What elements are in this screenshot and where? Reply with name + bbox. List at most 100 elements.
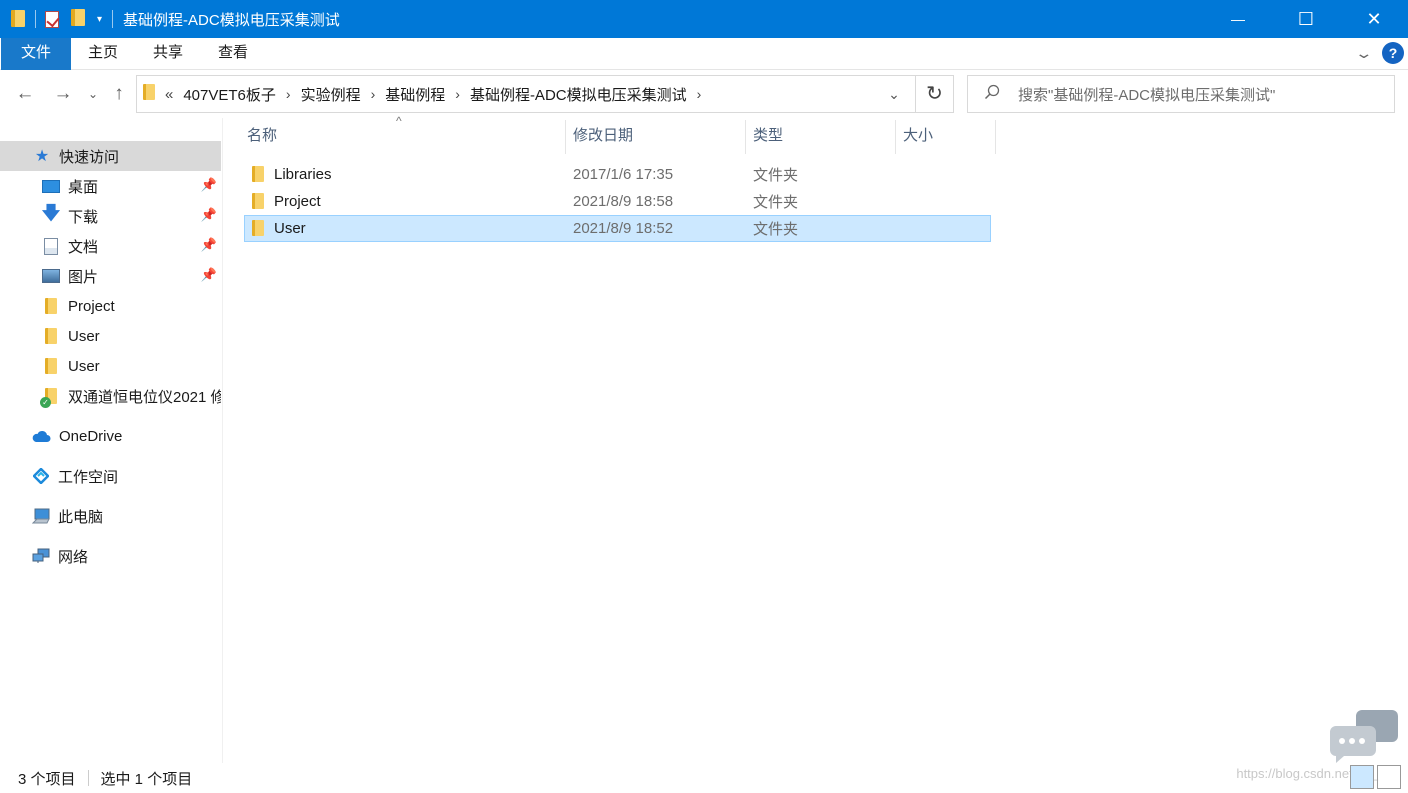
properties-icon[interactable] — [45, 10, 59, 28]
network-icon — [32, 547, 50, 565]
minimize-button[interactable]: — — [1204, 0, 1272, 38]
column-divider[interactable] — [895, 120, 896, 154]
pin-icon[interactable]: 📌 — [201, 237, 217, 253]
sidebar-item-network[interactable]: 网络 — [0, 541, 221, 571]
breadcrumb-overflow[interactable]: « — [165, 86, 173, 103]
column-header-date[interactable]: 修改日期 — [573, 118, 745, 154]
new-folder-icon[interactable] — [71, 8, 85, 30]
sidebar-item-onedrive[interactable]: OneDrive — [0, 421, 221, 451]
file-row[interactable]: Libraries 2017/1/6 17:35 文件夹 — [244, 161, 991, 188]
sidebar-item-label: 图片 — [68, 268, 99, 286]
sidebar-item-pictures[interactable]: 图片 📌 — [0, 261, 221, 291]
divider — [35, 10, 36, 28]
title-bar: ▾ 基础例程-ADC模拟电压采集测试 — ☐ ✕ — [0, 0, 1408, 38]
sidebar-item-label: 网络 — [58, 548, 89, 566]
breadcrumb-item[interactable]: 基础例程-ADC模拟电压采集测试 — [470, 84, 687, 105]
refresh-icon[interactable]: ↻ — [915, 76, 953, 112]
breadcrumb-item[interactable]: 407VET6板子 — [183, 84, 276, 105]
address-history-chevron-icon[interactable]: ⌄ — [879, 76, 909, 112]
sidebar-item-documents[interactable]: 文档 📌 — [0, 231, 221, 261]
minimize-icon: — — [1231, 11, 1245, 27]
sidebar-item-project[interactable]: Project — [0, 291, 221, 321]
selection-count: 选中 1 个项目 — [100, 770, 193, 788]
chevron-right-icon[interactable]: › — [455, 86, 460, 102]
file-name: Libraries — [274, 166, 332, 183]
expand-ribbon-chevron-icon[interactable]: ⌄ — [1355, 45, 1374, 62]
file-name: Project — [274, 193, 321, 210]
sidebar-item-this-pc[interactable]: 此电脑 — [0, 501, 221, 531]
address-bar[interactable]: « 407VET6板子 › 实验例程 › 基础例程 › 基础例程-ADC模拟电压… — [136, 75, 954, 113]
large-icons-view-icon[interactable] — [1377, 765, 1401, 789]
help-icon[interactable]: ? — [1382, 42, 1404, 64]
sidebar-item-label: 双通道恒电位仪2021 修 — [68, 388, 221, 406]
pin-icon[interactable]: 📌 — [201, 267, 217, 283]
chevron-right-icon[interactable]: › — [371, 86, 376, 102]
column-divider[interactable] — [995, 120, 996, 154]
folder-icon — [252, 166, 264, 186]
workspace-icon — [32, 467, 50, 485]
sidebar-item-user[interactable]: User — [0, 351, 221, 381]
star-icon: ★ — [34, 148, 50, 165]
download-icon: 🡇 — [41, 203, 61, 223]
tab-file[interactable]: 文件 — [1, 38, 71, 70]
chevron-right-icon[interactable]: › — [697, 86, 702, 102]
file-type: 文件夹 — [753, 194, 799, 211]
sidebar-item-label: User — [68, 357, 100, 375]
column-header-type[interactable]: 类型 — [753, 118, 895, 154]
sidebar-item-label: 文档 — [68, 238, 99, 256]
recent-locations-chevron-icon[interactable]: ⌄ — [86, 82, 100, 106]
sidebar-item-user[interactable]: User — [0, 321, 221, 351]
item-count: 3 个项目 — [18, 770, 76, 788]
close-icon: ✕ — [1366, 8, 1382, 29]
close-button[interactable]: ✕ — [1340, 0, 1408, 38]
search-icon — [984, 84, 1004, 105]
sidebar-item-synced-folder[interactable]: ✓ 双通道恒电位仪2021 修 — [0, 381, 221, 411]
column-header-size[interactable]: 大小 — [903, 118, 995, 154]
cloud-icon — [31, 427, 51, 445]
pin-icon[interactable]: 📌 — [201, 207, 217, 223]
column-divider[interactable] — [745, 120, 746, 154]
file-type: 文件夹 — [753, 167, 799, 184]
column-divider[interactable] — [565, 120, 566, 154]
chevron-right-icon[interactable]: › — [286, 86, 291, 102]
column-header-name[interactable]: 名称 — [247, 118, 565, 154]
maximize-button[interactable]: ☐ — [1272, 0, 1340, 38]
sidebar-item-workspace[interactable]: 工作空间 — [0, 461, 221, 491]
desktop-icon — [42, 177, 60, 195]
up-arrow-icon[interactable]: ↑ — [108, 82, 130, 106]
sidebar-item-quick-access[interactable]: ★ 快速访问 — [0, 141, 221, 171]
back-arrow-icon[interactable]: ← — [14, 82, 36, 106]
sidebar-item-label: 工作空间 — [58, 468, 119, 486]
sidebar-item-label: User — [68, 327, 100, 345]
computer-icon — [32, 507, 50, 525]
ribbon: 文件 主页 共享 查看 ⌄ ? — [0, 38, 1408, 70]
tab-share[interactable]: 共享 — [141, 38, 195, 70]
file-date: 2021/8/9 18:52 — [573, 220, 674, 237]
divider — [87, 770, 89, 786]
sidebar-item-desktop[interactable]: 桌面 📌 — [0, 171, 221, 201]
breadcrumb-item[interactable]: 实验例程 — [301, 84, 361, 105]
forward-arrow-icon[interactable]: → — [52, 82, 74, 106]
search-input[interactable]: 搜索"基础例程-ADC模拟电压采集测试" — [1018, 84, 1275, 105]
folder-icon — [42, 297, 60, 315]
sidebar-item-downloads[interactable]: 🡇 下载 📌 — [0, 201, 221, 231]
sidebar-item-label: 此电脑 — [58, 508, 104, 526]
divider — [112, 10, 114, 28]
status-bar: 3 个项目 选中 1 个项目 — [0, 763, 1408, 793]
sidebar-item-label: 下载 — [68, 208, 99, 226]
tab-view[interactable]: 查看 — [206, 38, 260, 70]
document-icon — [42, 237, 60, 255]
sidebar-item-label: OneDrive — [59, 427, 123, 445]
breadcrumb-item[interactable]: 基础例程 — [385, 84, 445, 105]
details-view-icon[interactable] — [1350, 765, 1374, 789]
tab-home[interactable]: 主页 — [76, 38, 130, 70]
file-row[interactable]: Project 2021/8/9 18:58 文件夹 — [244, 188, 991, 215]
search-box[interactable]: 搜索"基础例程-ADC模拟电压采集测试" — [967, 75, 1395, 113]
customize-quick-access-chevron-icon[interactable]: ▾ — [97, 14, 102, 25]
file-row-selected[interactable]: User 2021/8/9 18:52 文件夹 — [244, 215, 991, 242]
window-title: 基础例程-ADC模拟电压采集测试 — [123, 11, 340, 29]
file-date: 2021/8/9 18:58 — [573, 193, 674, 210]
pin-icon[interactable]: 📌 — [201, 177, 217, 193]
folder-icon — [11, 10, 25, 28]
file-type: 文件夹 — [753, 221, 799, 238]
